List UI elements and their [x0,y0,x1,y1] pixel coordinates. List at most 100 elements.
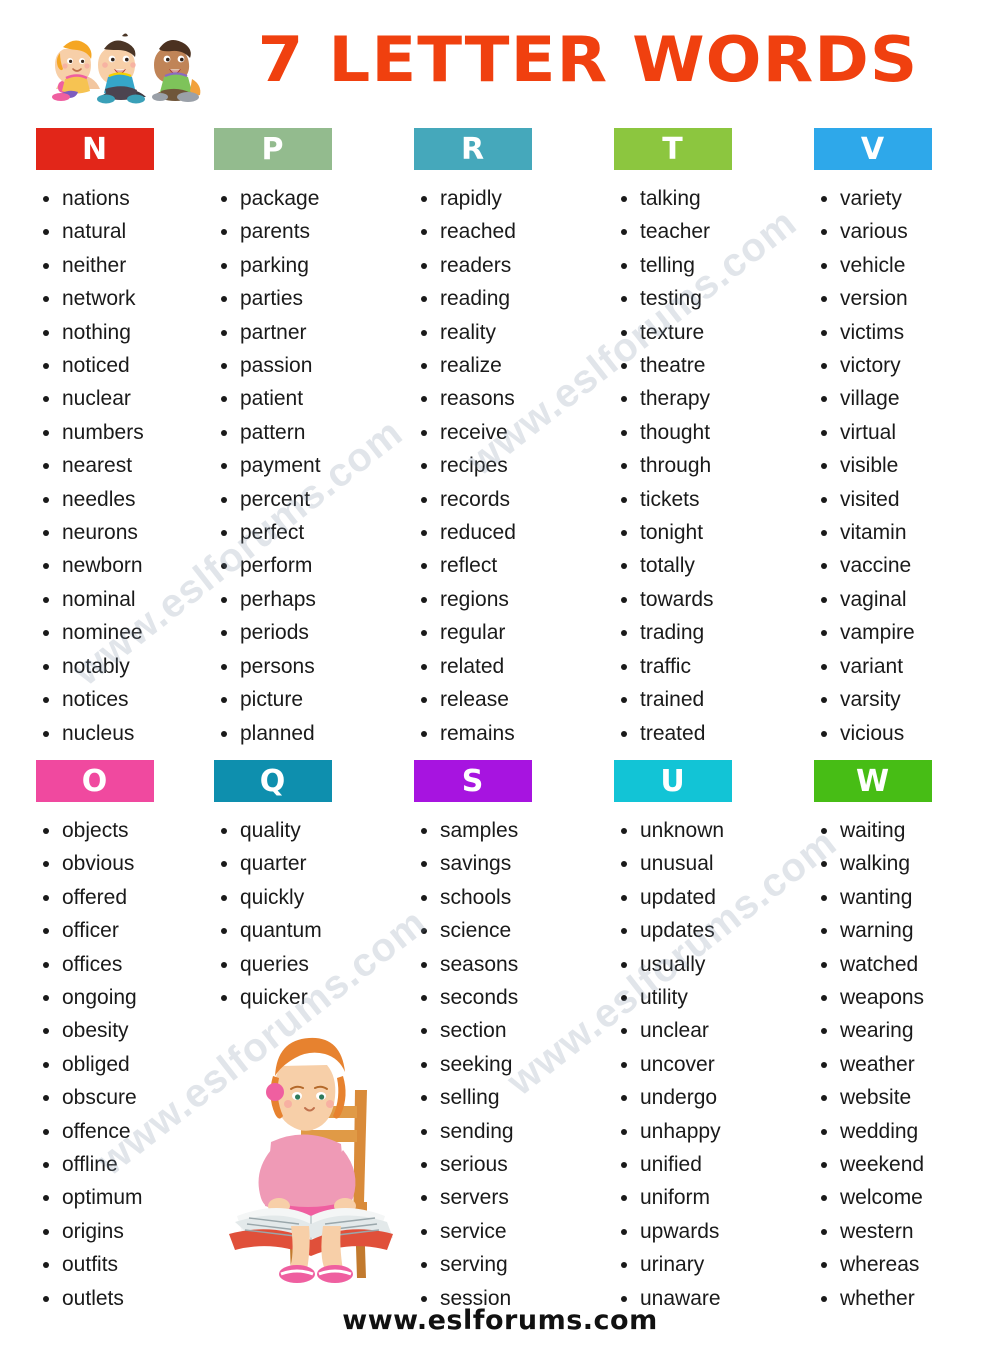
letter-column-n: N nations natural neither network nothin… [0,128,200,750]
list-item: walking [814,847,1000,880]
list-item: officer [36,914,200,947]
letter-column-o: O objects obvious offered officer office… [0,760,200,1315]
list-item: partner [214,316,400,349]
list-item: parking [214,249,400,282]
letter-chip-n[interactable]: N [36,128,154,170]
list-item: newborn [36,549,200,582]
list-item: quicker [214,981,400,1014]
list-item: noticed [36,349,200,382]
list-item: neither [36,249,200,282]
letter-chip-r[interactable]: R [414,128,532,170]
list-item: recipes [414,449,600,482]
list-item: unknown [614,814,800,847]
list-item: usually [614,948,800,981]
list-item: perfect [214,516,400,549]
list-item: related [414,650,600,683]
word-list-v: variety various vehicle version victims … [814,182,1000,750]
letter-chip-u[interactable]: U [614,760,732,802]
letter-band-bottom: O objects obvious offered officer office… [0,760,1000,1315]
word-list-q: quality quarter quickly quantum queries … [214,814,400,1014]
list-item: traffic [614,650,800,683]
list-item: objects [36,814,200,847]
letter-chip-o[interactable]: O [36,760,154,802]
letter-chip-q[interactable]: Q [214,760,332,802]
list-item: reasons [414,382,600,415]
list-item: nearest [36,449,200,482]
list-item: savings [414,847,600,880]
letter-chip-t[interactable]: T [614,128,732,170]
word-list-s: samples savings schools science seasons … [414,814,600,1315]
list-item: victims [814,316,1000,349]
list-item: service [414,1215,600,1248]
list-item: variant [814,650,1000,683]
list-item: virtual [814,416,1000,449]
list-item: thought [614,416,800,449]
letter-column-w: W waiting walking wanting warning watche… [800,760,1000,1315]
letter-column-u: U unknown unusual updated updates usuall… [600,760,800,1315]
list-item: nominal [36,583,200,616]
list-item: package [214,182,400,215]
infographic-page: 7 LETTER WORDS N nations natural neither… [0,0,1000,1350]
list-item: variety [814,182,1000,215]
list-item: weather [814,1048,1000,1081]
letter-column-t: T talking teacher telling testing textur… [600,128,800,750]
letter-column-s: S samples savings schools science season… [400,760,600,1315]
list-item: totally [614,549,800,582]
word-list-o: objects obvious offered officer offices … [36,814,200,1315]
list-item: parents [214,215,400,248]
list-item: trading [614,616,800,649]
list-item: percent [214,483,400,516]
list-item: release [414,683,600,716]
list-item: talking [614,182,800,215]
list-item: village [814,382,1000,415]
list-item: western [814,1215,1000,1248]
girl-reading-book-icon [205,1020,415,1290]
list-item: version [814,282,1000,315]
word-list-r: rapidly reached readers reading reality … [414,182,600,750]
list-item: welcome [814,1181,1000,1214]
letter-band-top: N nations natural neither network nothin… [0,128,1000,750]
list-item: seasons [414,948,600,981]
list-item: nations [36,182,200,215]
list-item: warning [814,914,1000,947]
page-title: 7 LETTER WORDS [257,22,919,96]
list-item: waiting [814,814,1000,847]
list-item: therapy [614,382,800,415]
list-item: selling [414,1081,600,1114]
list-item: tonight [614,516,800,549]
list-item: wedding [814,1115,1000,1148]
list-item: periods [214,616,400,649]
list-item: vaginal [814,583,1000,616]
word-list-p: package parents parking parties partner … [214,182,400,750]
letter-chip-s[interactable]: S [414,760,532,802]
list-item: wearing [814,1014,1000,1047]
list-item: readers [414,249,600,282]
letter-chip-w[interactable]: W [814,760,932,802]
list-item: nothing [36,316,200,349]
list-item: reality [414,316,600,349]
list-item: ongoing [36,981,200,1014]
list-item: reduced [414,516,600,549]
list-item: urinary [614,1248,800,1281]
letter-column-p: P package parents parking parties partne… [200,128,400,750]
list-item: outfits [36,1248,200,1281]
list-item: realize [414,349,600,382]
letter-chip-v[interactable]: V [814,128,932,170]
list-item: network [36,282,200,315]
list-item: updates [614,914,800,947]
list-item: unclear [614,1014,800,1047]
list-item: obscure [36,1081,200,1114]
list-item: wanting [814,881,1000,914]
word-list-w: waiting walking wanting warning watched … [814,814,1000,1315]
list-item: reached [414,215,600,248]
list-item: payment [214,449,400,482]
letter-chip-p[interactable]: P [214,128,332,170]
list-item: unhappy [614,1115,800,1148]
list-item: notably [36,650,200,683]
list-item: upwards [614,1215,800,1248]
footer-site-url: www.eslforums.com [342,1305,658,1336]
list-item: quarter [214,847,400,880]
list-item: regions [414,583,600,616]
list-item: serving [414,1248,600,1281]
list-item: weekend [814,1148,1000,1181]
